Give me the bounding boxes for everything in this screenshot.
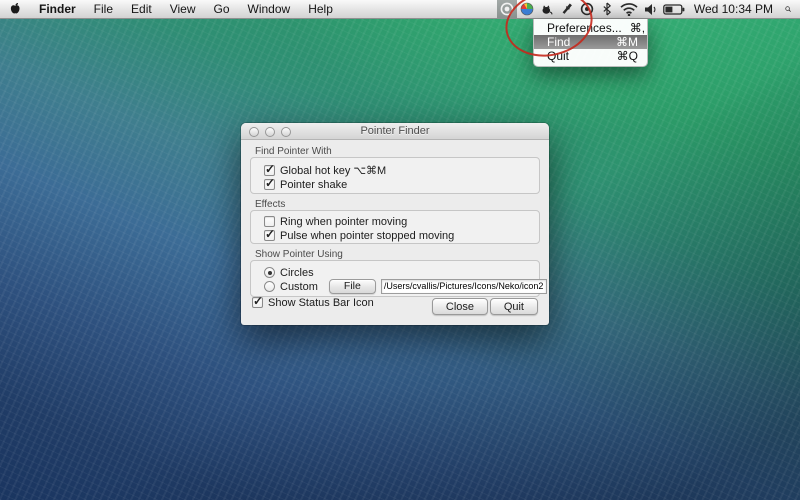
pulse-when-stopped-label: Pulse when pointer stopped moving: [280, 230, 454, 242]
custom-row: Custom File /Users/cvallis/Pictures/Icon…: [264, 280, 547, 293]
show-status-bar-icon-row: ✓ Show Status Bar Icon: [252, 296, 374, 309]
custom-label: Custom: [280, 281, 318, 293]
effects-group-box: Ring when pointer moving ✓ Pulse when po…: [250, 210, 540, 244]
pointer-shake-checkbox[interactable]: ✓: [264, 179, 275, 190]
spotlight-search-icon: [785, 2, 791, 16]
zoom-window-button[interactable]: [281, 127, 291, 137]
global-hot-key-row: ✓ Global hot key ⌥⌘M: [264, 164, 386, 177]
menu-item-shortcut: ⌘,: [630, 21, 645, 35]
window-title: Pointer Finder: [360, 125, 429, 137]
apple-icon: [9, 2, 21, 16]
menu-help[interactable]: Help: [299, 0, 342, 18]
circles-radio[interactable]: [264, 267, 275, 278]
menu-bar-clock[interactable]: Wed 10:34 PM: [687, 2, 780, 16]
flashlight-icon: [560, 2, 574, 16]
quit-button[interactable]: Quit: [490, 298, 538, 315]
wifi-icon: [620, 3, 638, 16]
check-icon: ✓: [253, 294, 263, 308]
status-item-target[interactable]: [577, 0, 597, 18]
menu-finder[interactable]: Finder: [30, 0, 85, 18]
ring-when-moving-checkbox[interactable]: [264, 216, 275, 227]
pointer-group-label: Show Pointer Using: [255, 249, 343, 260]
menu-item-shortcut: ⌘M: [616, 35, 638, 49]
ring-when-moving-label: Ring when pointer moving: [280, 216, 407, 228]
status-menu-dropdown: Preferences... ⌘, Find ⌘M Quit ⌘Q: [533, 19, 648, 67]
global-hot-key-checkbox[interactable]: ✓: [264, 165, 275, 176]
pulse-when-stopped-row: ✓ Pulse when pointer stopped moving: [264, 229, 454, 242]
status-item-pointer-finder[interactable]: [497, 0, 517, 18]
circles-row: Circles: [264, 266, 314, 279]
menu-item-find[interactable]: Find ⌘M: [534, 35, 647, 49]
status-item-cat[interactable]: [537, 0, 557, 18]
find-group-box: ✓ Global hot key ⌥⌘M ✓ Pointer shake: [250, 157, 540, 194]
pointer-group-box: Circles Custom File /Users/cvallis/Pictu…: [250, 260, 540, 297]
status-item-wifi[interactable]: [617, 0, 641, 18]
custom-path-field[interactable]: /Users/cvallis/Pictures/Icons/Neko/icon2: [381, 279, 547, 294]
menu-item-preferences[interactable]: Preferences... ⌘,: [534, 21, 647, 35]
battery-icon: [663, 4, 685, 15]
pointer-shake-label: Pointer shake: [280, 179, 347, 191]
status-item-battery[interactable]: [661, 0, 687, 18]
find-group-label: Find Pointer With: [255, 146, 332, 157]
volume-icon: [644, 3, 658, 16]
menu-item-label: Quit: [547, 49, 569, 63]
custom-radio[interactable]: [264, 281, 275, 292]
menu-item-quit[interactable]: Quit ⌘Q: [534, 49, 647, 63]
status-item-volume[interactable]: [641, 0, 661, 18]
status-item-bluetooth[interactable]: [597, 0, 617, 18]
close-button[interactable]: Close: [432, 298, 488, 315]
menu-bar-status-area: Wed 10:34 PM: [497, 0, 800, 18]
status-item-flashlight[interactable]: [557, 0, 577, 18]
show-status-bar-icon-label: Show Status Bar Icon: [268, 297, 374, 309]
minimize-window-button[interactable]: [265, 127, 275, 137]
check-icon: ✓: [265, 176, 275, 190]
close-window-button[interactable]: [249, 127, 259, 137]
check-icon: ✓: [265, 227, 275, 241]
status-item-color-globe[interactable]: [517, 0, 537, 18]
global-hot-key-label: Global hot key ⌥⌘M: [280, 164, 386, 177]
file-button[interactable]: File: [329, 279, 376, 294]
menu-item-shortcut: ⌘Q: [617, 49, 638, 63]
menu-view[interactable]: View: [161, 0, 205, 18]
menu-window[interactable]: Window: [239, 0, 300, 18]
window-titlebar[interactable]: Pointer Finder: [241, 123, 549, 140]
pointer-shake-row: ✓ Pointer shake: [264, 178, 347, 191]
menu-go[interactable]: Go: [205, 0, 239, 18]
check-icon: ✓: [265, 162, 275, 176]
menu-bar-left: Finder File Edit View Go Window Help: [0, 0, 342, 18]
status-item-spotlight[interactable]: [780, 0, 800, 18]
effects-group-label: Effects: [255, 199, 285, 210]
menu-item-label: Preferences...: [547, 21, 622, 35]
apple-menu[interactable]: [0, 0, 30, 18]
window-controls: [249, 127, 291, 137]
menu-edit[interactable]: Edit: [122, 0, 161, 18]
menu-file[interactable]: File: [85, 0, 122, 18]
cat-icon: [540, 3, 553, 16]
desktop-wallpaper: Finder File Edit View Go Window Help: [0, 0, 800, 500]
menu-item-label: Find: [547, 35, 570, 49]
pointer-finder-target-icon: [500, 2, 514, 16]
target-dot-icon: [580, 2, 594, 16]
bluetooth-icon: [602, 2, 612, 16]
pointer-finder-window: Pointer Finder Find Pointer With ✓ Globa…: [241, 123, 549, 325]
ring-when-moving-row: Ring when pointer moving: [264, 215, 407, 228]
circles-label: Circles: [280, 267, 314, 279]
pulse-when-stopped-checkbox[interactable]: ✓: [264, 230, 275, 241]
color-globe-icon: [520, 2, 534, 16]
menu-bar: Finder File Edit View Go Window Help: [0, 0, 800, 19]
show-status-bar-icon-checkbox[interactable]: ✓: [252, 297, 263, 308]
